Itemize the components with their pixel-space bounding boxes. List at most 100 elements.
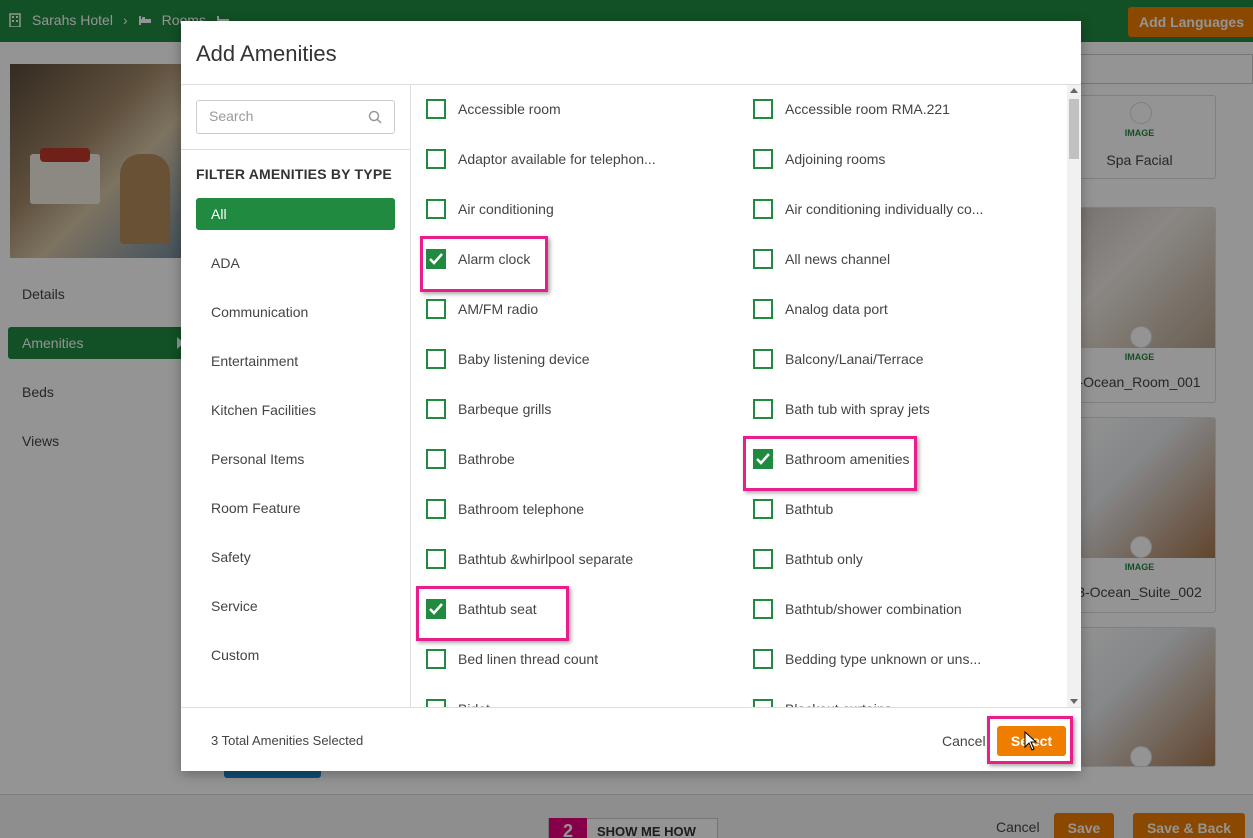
amenity-checkbox[interactable] — [753, 299, 773, 319]
amenity-checkbox[interactable] — [426, 549, 446, 569]
amenity-checkbox[interactable] — [753, 499, 773, 519]
amenity-label: AM/FM radio — [458, 301, 539, 317]
amenity-checkbox[interactable] — [426, 299, 446, 319]
filter-all[interactable]: All — [196, 198, 395, 230]
amenity-label: Accessible room RMA.221 — [785, 101, 950, 117]
amenity-checkbox[interactable] — [753, 349, 773, 369]
amenity-label: Barbeque grills — [458, 401, 552, 417]
amenity-checkbox[interactable] — [426, 649, 446, 669]
filter-ada[interactable]: ADA — [196, 247, 395, 296]
amenity-item[interactable]: Analog data port — [753, 299, 888, 319]
amenity-item[interactable]: Bedding type unknown or uns... — [753, 649, 981, 669]
amenity-search-input[interactable] — [209, 101, 369, 131]
filter-panel: FILTER AMENITIES BY TYPE All ADA Communi… — [181, 85, 411, 707]
amenity-item[interactable]: Bathroom telephone — [426, 499, 584, 519]
filter-safety[interactable]: Safety — [196, 541, 395, 590]
dialog-footer: 3 Total Amenities Selected Cancel Select — [181, 707, 1081, 771]
amenity-checkbox[interactable] — [426, 449, 446, 469]
amenity-item[interactable]: Bed linen thread count — [426, 649, 598, 669]
filter-heading: FILTER AMENITIES BY TYPE — [196, 166, 392, 182]
amenity-item[interactable]: Alarm clock — [426, 249, 530, 269]
amenity-label: Bathtub seat — [458, 601, 537, 617]
amenity-item[interactable]: Baby listening device — [426, 349, 590, 369]
scroll-thumb[interactable] — [1069, 99, 1079, 159]
amenity-label: All news channel — [785, 251, 891, 267]
amenity-checkbox[interactable] — [753, 699, 773, 707]
add-amenities-dialog: Add Amenities FILTER AMENITIES BY TYPE A… — [181, 21, 1081, 771]
amenity-item[interactable]: Balcony/Lanai/Terrace — [753, 349, 924, 369]
amenity-checkbox[interactable] — [753, 449, 773, 469]
amenity-checkbox[interactable] — [753, 149, 773, 169]
cancel-button[interactable]: Cancel — [942, 733, 986, 749]
dialog-title: Add Amenities — [196, 41, 337, 66]
amenity-item[interactable]: Blackout curtains — [753, 699, 892, 707]
amenity-label: Bathtub &whirlpool separate — [458, 551, 634, 567]
amenity-checkbox[interactable] — [753, 649, 773, 669]
amenity-label: Analog data port — [785, 301, 888, 317]
amenity-item[interactable]: All news channel — [753, 249, 890, 269]
amenity-item[interactable]: Adaptor available for telephon... — [426, 149, 656, 169]
amenity-checkbox[interactable] — [426, 499, 446, 519]
amenity-label: Accessible room — [458, 101, 561, 117]
amenity-item[interactable]: Bidet — [426, 699, 490, 707]
amenity-label: Air conditioning individually co... — [785, 201, 984, 217]
amenity-item[interactable]: Bathrobe — [426, 449, 515, 469]
filter-custom[interactable]: Custom — [196, 639, 395, 688]
amenity-checkbox[interactable] — [753, 99, 773, 119]
amenity-item[interactable]: Bathroom amenities — [753, 449, 910, 469]
selected-count: 3 Total Amenities Selected — [211, 733, 364, 748]
amenity-checkbox[interactable] — [753, 249, 773, 269]
amenity-item[interactable]: Bathtub seat — [426, 599, 537, 619]
amenity-item[interactable]: Accessible room RMA.221 — [753, 99, 950, 119]
amenity-checkbox[interactable] — [753, 549, 773, 569]
amenity-checkbox[interactable] — [426, 699, 446, 707]
dialog-header: Add Amenities — [181, 21, 1081, 85]
amenity-checkbox[interactable] — [426, 249, 446, 269]
filter-service[interactable]: Service — [196, 590, 395, 639]
amenity-list-scrollbar[interactable] — [1067, 85, 1081, 707]
scroll-down-arrow-icon[interactable] — [1070, 699, 1078, 704]
amenity-item[interactable]: Air conditioning — [426, 199, 554, 219]
search-icon — [368, 110, 382, 124]
amenity-label: Baby listening device — [458, 351, 590, 367]
amenity-checkbox[interactable] — [426, 199, 446, 219]
amenity-label: Adaptor available for telephon... — [458, 151, 656, 167]
filter-room-feature[interactable]: Room Feature — [196, 492, 395, 541]
amenity-checkbox[interactable] — [426, 149, 446, 169]
filter-communication[interactable]: Communication — [196, 296, 395, 345]
amenity-item[interactable]: Bathtub &whirlpool separate — [426, 549, 633, 569]
amenity-checkbox[interactable] — [426, 599, 446, 619]
amenity-label: Bath tub with spray jets — [785, 401, 930, 417]
scroll-up-arrow-icon[interactable] — [1070, 88, 1078, 93]
amenity-item[interactable]: Bathtub — [753, 499, 833, 519]
amenity-checkbox[interactable] — [426, 399, 446, 419]
filter-personal-items[interactable]: Personal Items — [196, 443, 395, 492]
divider — [181, 149, 410, 150]
amenity-label: Bathtub only — [785, 551, 863, 567]
amenity-label: Air conditioning — [458, 201, 554, 217]
checkmark-icon — [429, 253, 443, 265]
amenity-item[interactable]: Accessible room — [426, 99, 561, 119]
amenity-label: Bathtub/shower combination — [785, 601, 962, 617]
amenity-label: Bedding type unknown or uns... — [785, 651, 982, 667]
amenity-label: Bathroom telephone — [458, 501, 585, 517]
amenity-item[interactable]: Air conditioning individually co... — [753, 199, 983, 219]
filter-entertainment[interactable]: Entertainment — [196, 345, 395, 394]
search-field[interactable] — [196, 100, 395, 134]
mouse-cursor-icon — [1024, 731, 1038, 751]
filter-type-list: All ADA Communication Entertainment Kitc… — [196, 198, 395, 688]
amenity-list: Accessible room Adaptor available for tel… — [411, 85, 1067, 707]
amenity-item[interactable]: Bath tub with spray jets — [753, 399, 930, 419]
filter-kitchen-facilities[interactable]: Kitchen Facilities — [196, 394, 395, 443]
amenity-checkbox[interactable] — [426, 99, 446, 119]
amenity-checkbox[interactable] — [426, 349, 446, 369]
amenity-item[interactable]: Bathtub only — [753, 549, 863, 569]
amenity-item[interactable]: AM/FM radio — [426, 299, 538, 319]
amenity-item[interactable]: Adjoining rooms — [753, 149, 885, 169]
amenity-checkbox[interactable] — [753, 599, 773, 619]
amenity-item[interactable]: Bathtub/shower combination — [753, 599, 962, 619]
checkmark-icon — [429, 603, 443, 615]
amenity-checkbox[interactable] — [753, 199, 773, 219]
amenity-checkbox[interactable] — [753, 399, 773, 419]
amenity-item[interactable]: Barbeque grills — [426, 399, 551, 419]
